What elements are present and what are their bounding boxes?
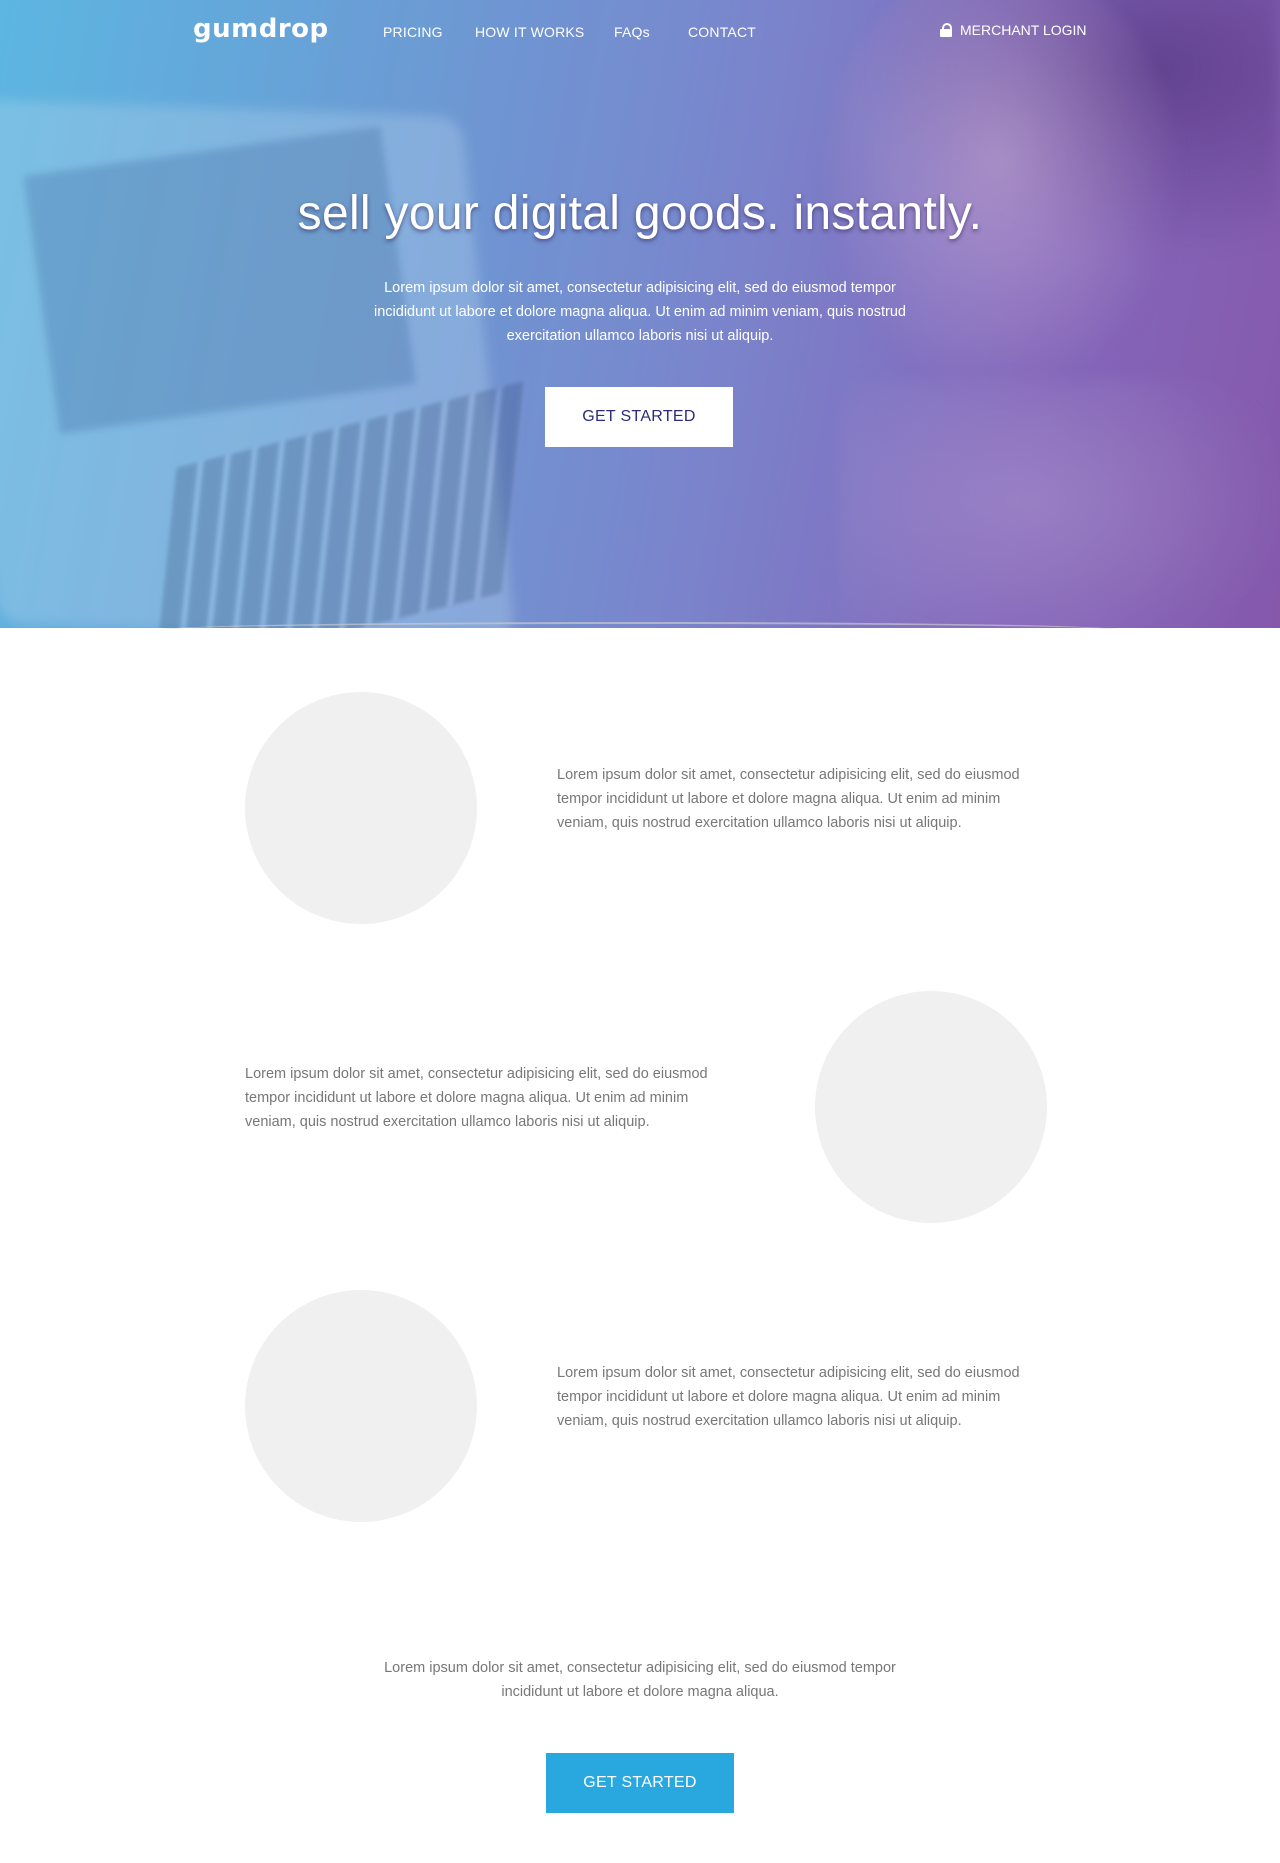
feature-text-2: Lorem ipsum dolor sit amet, consectetur … — [245, 1066, 708, 1130]
merchant-login-link[interactable]: MERCHANT LOGIN — [940, 22, 1087, 38]
top-nav: gumdrop PRICING HOW IT WORKS FAQs CONTAC… — [0, 0, 1280, 64]
lock-icon — [940, 23, 952, 37]
logo[interactable]: gumdrop — [193, 14, 329, 44]
nav-link-how-it-works[interactable]: HOW IT WORKS — [475, 24, 584, 40]
feature-image-3 — [245, 1290, 477, 1522]
feature-text-3: Lorem ipsum dolor sit amet, consectetur … — [557, 1365, 1020, 1429]
merchant-login-label: MERCHANT LOGIN — [960, 22, 1087, 38]
nav-link-faqs[interactable]: FAQs — [614, 24, 650, 40]
nav-link-contact[interactable]: CONTACT — [688, 24, 756, 40]
hero-title: sell your digital goods. instantly. — [297, 187, 983, 240]
cta-get-started-button[interactable]: GET STARTED — [546, 1753, 734, 1813]
feature-text-1: Lorem ipsum dolor sit amet, consectetur … — [557, 767, 1020, 831]
hero-section: gumdrop PRICING HOW IT WORKS FAQs CONTAC… — [0, 0, 1280, 628]
hero-get-started-button[interactable]: GET STARTED — [545, 387, 733, 447]
feature-image-2 — [815, 991, 1047, 1223]
feature-image-1 — [245, 692, 477, 924]
nav-link-pricing[interactable]: PRICING — [383, 24, 443, 40]
hero-divider — [160, 622, 1120, 638]
hero-subtitle: Lorem ipsum dolor sit amet, consectetur … — [374, 280, 906, 344]
cta-text: Lorem ipsum dolor sit amet, consectetur … — [384, 1660, 896, 1700]
